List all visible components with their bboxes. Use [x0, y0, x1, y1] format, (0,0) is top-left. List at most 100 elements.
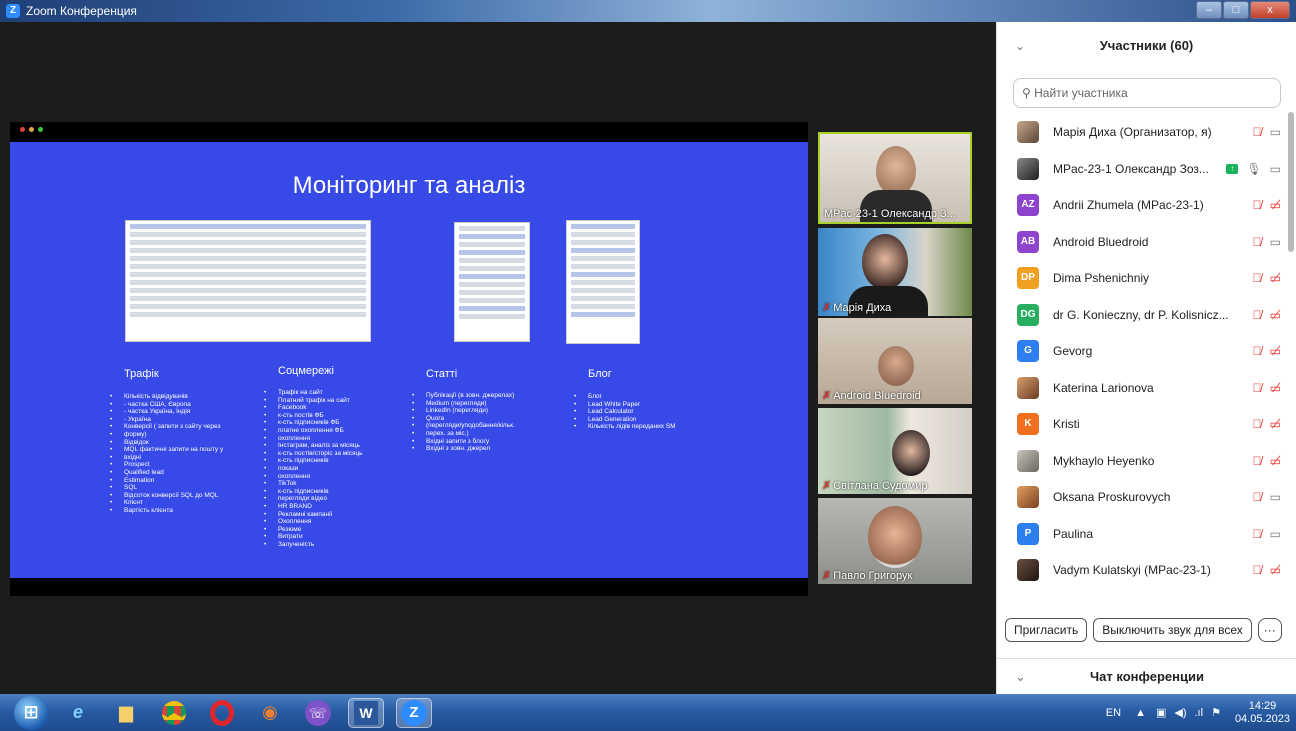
participant-row[interactable]: G Gevorg 🎙̸ ▭̸	[997, 333, 1296, 370]
metrics-table-thumbnail	[454, 222, 530, 342]
mic-muted-icon[interactable]: 🎙̸	[1253, 308, 1262, 322]
video-tile[interactable]: ✗ Марія Диха	[818, 228, 972, 316]
participant-search-input[interactable]: ⚲ Найти участника	[1013, 78, 1281, 108]
participant-video	[878, 346, 914, 386]
mic-muted-icon[interactable]: 🎙̸	[1253, 527, 1262, 541]
mic-muted-icon[interactable]: 🎙̸	[1253, 417, 1262, 431]
mic-muted-icon: ✗	[822, 570, 832, 582]
camera-off-icon[interactable]: ▭̸	[1270, 381, 1281, 395]
camera-off-icon[interactable]: ▭̸	[1270, 563, 1281, 577]
participant-video	[868, 506, 922, 568]
maximize-button[interactable]: □	[1223, 1, 1249, 19]
collapse-chevron-icon[interactable]: ⌄	[1015, 659, 1026, 695]
chrome-icon[interactable]	[156, 698, 192, 728]
mic-muted-icon[interactable]: 🎙̸	[1253, 454, 1262, 468]
mic-muted-icon[interactable]: 🎙̸	[1253, 563, 1262, 577]
participant-row[interactable]: Oksana Proskurovych 🎙̸ ▭	[997, 479, 1296, 516]
avatar	[1017, 157, 1039, 180]
tile-name: Світлана Судомир	[833, 480, 928, 492]
analytics-screenshot	[125, 220, 371, 342]
list-item: HR BRAND	[264, 503, 408, 511]
mic-on-icon[interactable]: 🎙	[1246, 162, 1261, 176]
video-tile[interactable]: ✗ Павло Григорук	[818, 498, 972, 584]
list-item: (перегляди/уподобання/кільк.	[412, 422, 556, 430]
participant-row[interactable]: Марія Диха (Организатор, я) 🎙̸ ▭	[997, 114, 1296, 151]
list-item: Резюме	[264, 526, 408, 534]
chat-header[interactable]: ⌄ Чат конференции	[997, 658, 1296, 694]
list-item: Вхідні з зовн. джерел	[412, 445, 556, 453]
volume-icon[interactable]: ◀)	[1174, 706, 1186, 719]
shared-screen[interactable]: Моніторинг та аналіз Трафік • Кількість …	[10, 122, 808, 596]
list-item: - частка Україна, Індія	[110, 408, 264, 416]
start-button-icon[interactable]: ⊞	[14, 695, 48, 730]
close-button[interactable]: x	[1250, 1, 1290, 19]
participant-row[interactable]: Mykhaylo Heyenko 🎙̸ ▭̸	[997, 443, 1296, 480]
zoom-taskbar-icon[interactable]: Z	[396, 697, 432, 728]
internet-explorer-icon[interactable]: e	[60, 698, 96, 728]
mic-muted-icon[interactable]: 🎙̸	[1253, 235, 1262, 249]
collapse-chevron-icon[interactable]: ⌄	[1015, 22, 1025, 70]
language-indicator[interactable]: EN	[1106, 707, 1121, 719]
camera-off-icon[interactable]: ▭̸	[1270, 198, 1281, 212]
participant-video	[862, 234, 908, 290]
camera-off-icon[interactable]: ▭̸	[1270, 344, 1281, 358]
viber-icon[interactable]: ☏	[300, 698, 336, 728]
slide-title: Моніторинг та аналіз	[292, 172, 526, 199]
social-table-thumbnail	[566, 220, 640, 344]
file-explorer-icon[interactable]: ▆	[108, 698, 144, 728]
mic-muted-icon[interactable]: 🎙̸	[1253, 344, 1262, 358]
mic-muted-icon[interactable]: 🎙̸	[1253, 381, 1262, 395]
opera-icon[interactable]	[204, 698, 240, 728]
list-item: Facebook	[264, 404, 408, 412]
eye-app-icon[interactable]: ◉	[252, 698, 288, 728]
clock-time: 14:29	[1248, 699, 1277, 712]
mic-muted-icon[interactable]: 🎙̸	[1253, 198, 1262, 212]
camera-icon[interactable]: ▭	[1270, 527, 1281, 541]
invite-button[interactable]: Пригласить	[1005, 618, 1088, 642]
participant-row[interactable]: MPac-23-1 Олександр Зоз... ↑ 🎙 ▭	[997, 151, 1296, 188]
mic-muted-icon[interactable]: 🎙̸	[1253, 271, 1262, 285]
participant-row[interactable]: Vadym Kulatskyi (MPac-23-1) 🎙̸ ▭̸	[997, 552, 1296, 589]
minimize-button[interactable]: –	[1196, 1, 1222, 19]
participant-row[interactable]: AZ Andrii Zhumela (MPac-23-1) 🎙̸ ▭̸	[997, 187, 1296, 224]
chat-title: Чат конференции	[1090, 669, 1204, 684]
video-tile[interactable]: ✗ Світлана Судомир	[818, 408, 972, 494]
camera-icon[interactable]: ▭	[1270, 490, 1281, 504]
mic-muted-icon[interactable]: 🎙̸	[1253, 125, 1262, 139]
camera-icon[interactable]: ▭	[1270, 125, 1281, 139]
participant-row[interactable]: AB Android Bluedroid 🎙̸ ▭	[997, 224, 1296, 261]
participant-row[interactable]: DP Dima Pshenichniy 🎙̸ ▭̸	[997, 260, 1296, 297]
camera-off-icon[interactable]: ▭̸	[1270, 308, 1281, 322]
participant-row[interactable]: K Kristi 🎙̸ ▭̸	[997, 406, 1296, 443]
clock[interactable]: 14:29 04.05.2023	[1235, 700, 1290, 726]
list-item: Кількість лідів переданих SM	[574, 423, 728, 431]
camera-icon[interactable]: ▭	[1270, 235, 1281, 249]
camera-off-icon[interactable]: ▭̸	[1270, 417, 1281, 431]
signal-icon[interactable]: .ıl	[1195, 707, 1204, 719]
mic-muted-icon: ✗	[822, 302, 832, 314]
video-tile[interactable]: MPac-23-1 Олександр З...	[818, 132, 972, 224]
tray-expand-icon[interactable]: ▲	[1135, 707, 1146, 719]
participant-row[interactable]: P Paulina 🎙̸ ▭	[997, 516, 1296, 553]
word-icon[interactable]: W	[348, 697, 384, 728]
camera-off-icon[interactable]: ▭̸	[1270, 454, 1281, 468]
participant-row[interactable]: DG dr G. Konieczny, dr P. Kolisnicz... 🎙…	[997, 297, 1296, 334]
tile-name: MPac-23-1 Олександр З...	[824, 208, 956, 220]
participant-name: Paulina	[1053, 526, 1094, 541]
flag-icon[interactable]: ⚑	[1211, 706, 1221, 719]
camera-icon[interactable]: ▭	[1270, 162, 1281, 176]
mic-muted-icon[interactable]: 🎙̸	[1253, 490, 1262, 504]
articles-list: Публікації (в зовн. джерелах) Medium (пе…	[412, 392, 556, 453]
camera-off-icon[interactable]: ▭̸	[1270, 271, 1281, 285]
video-tile[interactable]: ✗ Android Bluedroid	[818, 318, 972, 404]
list-item: Клієнт	[110, 499, 264, 507]
more-options-button[interactable]: ···	[1257, 618, 1282, 642]
participants-title: Участники (60)	[1099, 38, 1194, 53]
network-icon[interactable]: ▣	[1156, 706, 1166, 719]
tile-name: Павло Григорук	[833, 570, 913, 582]
participant-row[interactable]: Katerina Larionova 🎙̸ ▭̸	[997, 370, 1296, 407]
participant-name: Andrii Zhumela (MPac-23-1)	[1053, 198, 1204, 213]
participant-video	[892, 430, 930, 476]
participant-list-scrollbar[interactable]	[1288, 112, 1294, 252]
mute-all-button[interactable]: Выключить звук для всех	[1093, 618, 1252, 642]
